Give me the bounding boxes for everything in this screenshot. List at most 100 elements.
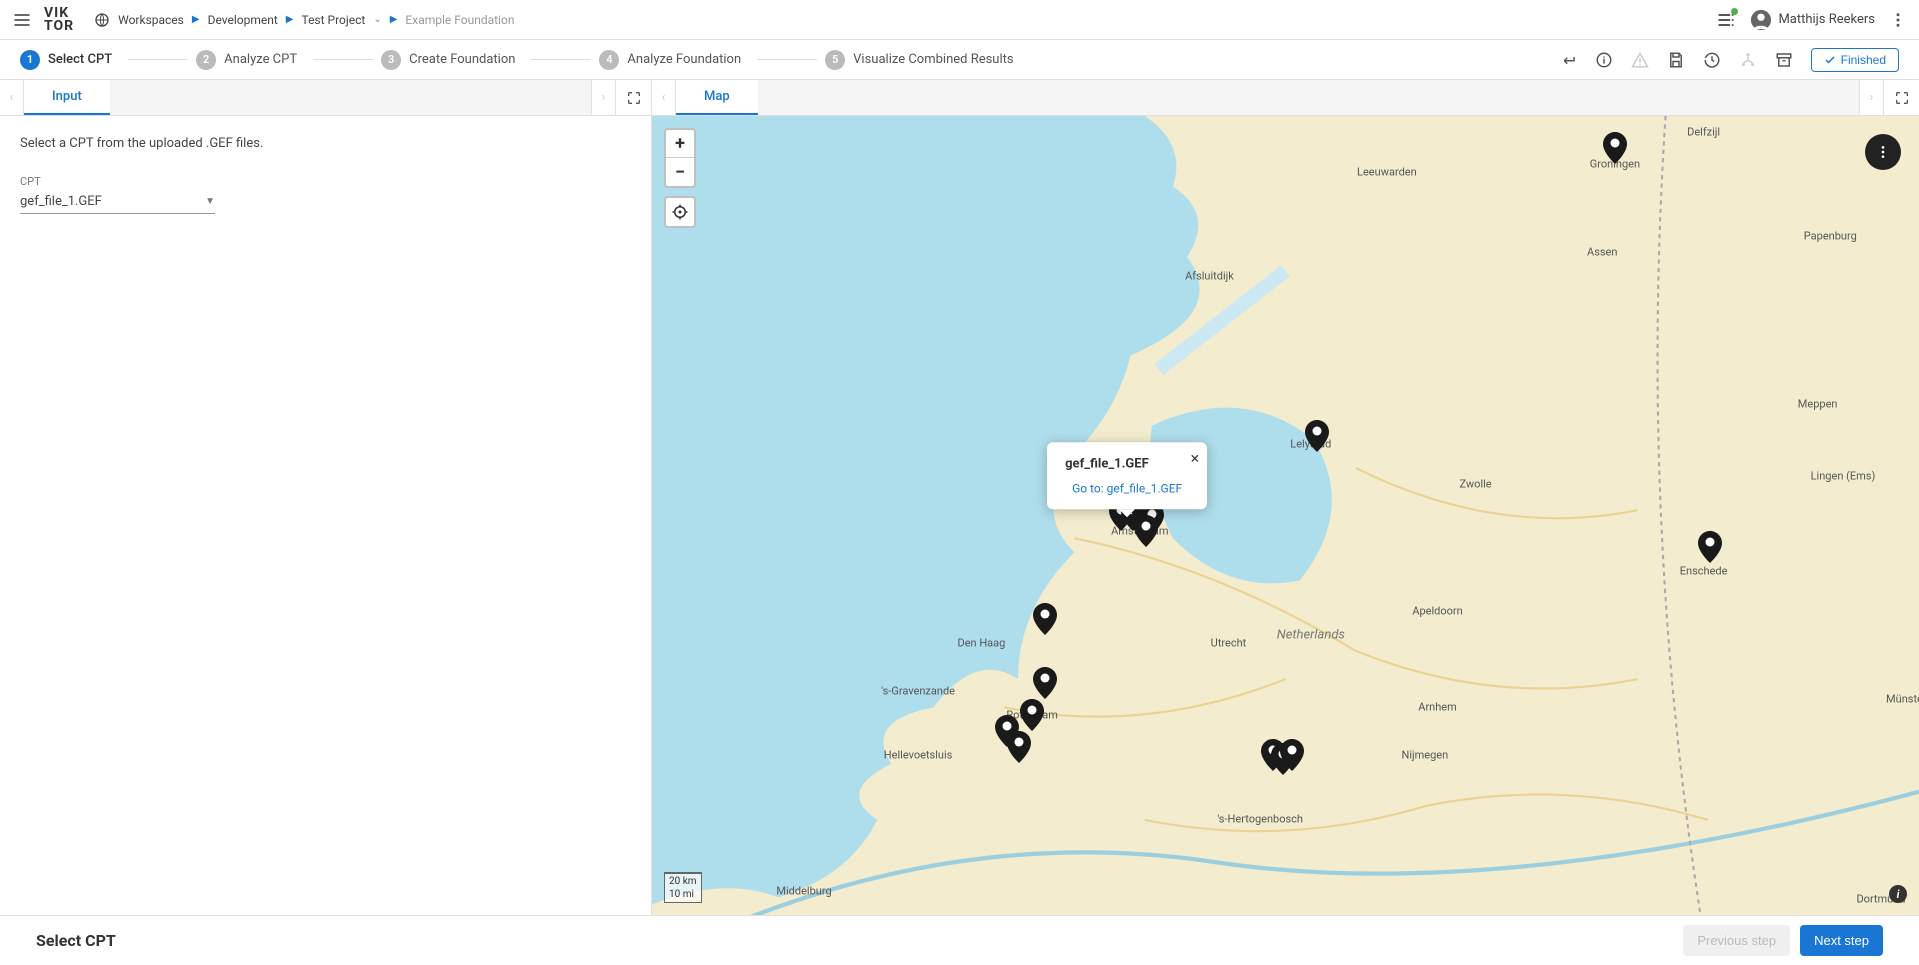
chevron-down-icon: ▼ [205, 196, 215, 207]
step-label: Select CPT [48, 52, 112, 67]
map-marker[interactable] [1134, 515, 1158, 547]
steps-bar: 1 Select CPT 2 Analyze CPT 3 Create Foundatio… [0, 40, 1919, 80]
user-area[interactable]: Matthijs Reekers [1750, 9, 1875, 31]
map-marker[interactable] [1603, 132, 1627, 164]
step-number: 4 [599, 50, 619, 70]
warning-icon [1631, 51, 1649, 69]
city-label: 's-Hertogenbosch [1217, 813, 1303, 826]
zoom-out-button[interactable]: − [666, 158, 694, 186]
map-marker[interactable] [1033, 603, 1057, 635]
next-step-button[interactable]: Next step [1800, 925, 1883, 956]
footer: Select CPT Previous step Next step [0, 915, 1919, 965]
city-label: Den Haag [957, 637, 1005, 650]
city-label: Delfzijl [1687, 125, 1720, 138]
step-1[interactable]: 1 Select CPT [20, 50, 112, 70]
archive-icon[interactable] [1775, 51, 1793, 69]
map-menu-button[interactable] [1865, 134, 1901, 170]
city-label: Nijmegen [1402, 749, 1449, 762]
step-number: 2 [196, 50, 216, 70]
map-marker[interactable] [1698, 531, 1722, 563]
breadcrumb-workspaces[interactable]: Workspaces [118, 13, 184, 27]
tab-prev-icon[interactable]: ‹ [0, 80, 24, 115]
zoom-group: + − [664, 128, 696, 188]
step-number: 1 [20, 50, 40, 70]
tab-next-icon[interactable]: › [1859, 80, 1883, 115]
map-area[interactable]: Netherlands GroningenLeeuwardenAssenDelf… [652, 116, 1919, 915]
map-marker[interactable] [1033, 667, 1057, 699]
expand-icon[interactable] [1883, 80, 1919, 115]
city-label: Meppen [1798, 397, 1838, 410]
step-2[interactable]: 2 Analyze CPT [196, 50, 297, 70]
globe-icon [94, 12, 110, 28]
tree-icon [1739, 51, 1757, 69]
finished-button[interactable]: Finished [1811, 48, 1899, 72]
chevron-right-icon: ▶ [192, 14, 200, 25]
scale-bar: 20 km 10 mi [664, 872, 702, 903]
user-name: Matthijs Reekers [1778, 12, 1875, 27]
save-icon[interactable] [1667, 51, 1685, 69]
step-3[interactable]: 3 Create Foundation [381, 50, 515, 70]
city-label: Enschede [1680, 565, 1728, 578]
breadcrumb-current: Example Foundation [405, 13, 514, 27]
city-label: Zwolle [1459, 477, 1491, 490]
tasks-icon[interactable] [1716, 10, 1736, 30]
info-icon[interactable] [1595, 51, 1613, 69]
scale-mi: 10 mi [669, 888, 697, 901]
city-label: Afsluitdijk [1185, 269, 1234, 282]
zoom-in-button[interactable]: + [666, 130, 694, 158]
logo-line2: TOR [44, 20, 74, 33]
map-marker[interactable] [1020, 699, 1044, 731]
header-right: Matthijs Reekers [1716, 9, 1907, 31]
map-controls: + − [664, 128, 696, 228]
tab-prev-icon[interactable]: ‹ [652, 80, 676, 115]
history-icon[interactable] [1703, 51, 1721, 69]
city-label: Assen [1587, 245, 1617, 258]
step-divider [313, 59, 373, 60]
step-5[interactable]: 5Visualize Combined Results [825, 50, 1013, 70]
close-icon[interactable]: × [1191, 448, 1200, 467]
step-number: 3 [381, 50, 401, 70]
more-icon[interactable] [1889, 11, 1907, 29]
map-info-button[interactable]: i [1889, 885, 1907, 903]
chevron-right-icon: ▶ [390, 14, 398, 25]
return-icon[interactable] [1559, 51, 1577, 69]
locate-button[interactable] [664, 196, 696, 228]
map-marker[interactable] [1007, 731, 1031, 763]
tab-map[interactable]: Map [676, 80, 758, 115]
menu-icon[interactable] [12, 10, 32, 30]
check-icon [1824, 54, 1836, 66]
main-area: ‹ Input › Select a CPT from the uploaded… [0, 80, 1919, 915]
city-label: Utrecht [1211, 637, 1247, 650]
tab-next-icon[interactable]: › [591, 80, 615, 115]
avatar-icon [1750, 9, 1772, 31]
step-label: Create Foundation [409, 52, 515, 67]
step-4[interactable]: 4 Analyze Foundation [599, 50, 741, 70]
left-panel-body: Select a CPT from the uploaded .GEF file… [0, 116, 651, 234]
city-label: Münster [1886, 693, 1919, 706]
map-marker[interactable] [1305, 420, 1329, 452]
chevron-down-icon[interactable]: ⌄ [373, 14, 381, 25]
city-label: Middelburg [776, 885, 831, 898]
previous-step-button: Previous step [1683, 925, 1790, 956]
cpt-select[interactable]: gef_file_1.GEF ▼ [20, 190, 215, 214]
city-label: Lingen (Ems) [1811, 469, 1876, 482]
right-tabs: ‹ Map › [652, 80, 1919, 116]
breadcrumb-project[interactable]: Test Project [301, 13, 365, 27]
cpt-field-label: CPT [20, 175, 631, 188]
popup-link[interactable]: Go to: gef_file_1.GEF [1065, 481, 1189, 495]
popup-title: gef_file_1.GEF [1065, 456, 1189, 471]
step-divider [128, 59, 188, 60]
city-label: Arnhem [1418, 701, 1457, 714]
step-divider [757, 59, 817, 60]
tab-input[interactable]: Input [24, 80, 110, 115]
breadcrumb-development[interactable]: Development [208, 13, 278, 27]
step-label: Analyze CPT [224, 52, 297, 67]
chevron-right-icon: ▶ [286, 14, 294, 25]
map-marker[interactable] [1280, 739, 1304, 771]
footer-buttons: Previous step Next step [1683, 925, 1883, 956]
app-header: VIK TOR Workspaces ▶ Development ▶ Test … [0, 0, 1919, 40]
scale-km: 20 km [669, 875, 697, 888]
step-label: Analyze Foundation [627, 52, 741, 67]
map-bg [652, 116, 1919, 915]
expand-icon[interactable] [615, 80, 651, 115]
